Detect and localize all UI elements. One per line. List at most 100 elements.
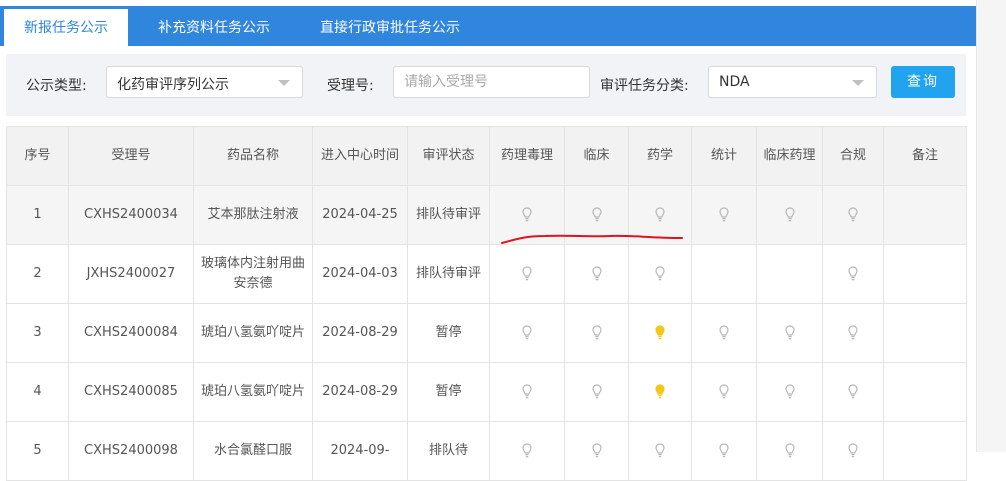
col-header-review-status: 审评状态 [407,126,490,186]
table-row[interactable]: 3 CXHS2400084 琥珀八氢氨吖啶片 2024-08-29 暂停 [6,303,967,363]
cell-pharmacy [628,362,692,422]
col-header-pharmacy: 药学 [628,126,692,186]
col-header-remarks: 备注 [883,126,967,186]
table-row[interactable]: 2 JXHS2400027 玻璃体内注射用曲安奈德 2024-04-03 排队待审评 [6,244,967,304]
table-row[interactable]: 1 CXHS2400034 艾本那肽注射液 2024-04-25 排队待审评 [6,185,967,245]
cell-clinical [564,362,629,422]
lightbulb-icon[interactable] [719,383,729,400]
lightbulb-icon[interactable] [591,206,602,223]
lightbulb-icon[interactable] [719,442,729,459]
cell-drug-name: 玻璃体内注射用曲安奈德 [193,244,313,304]
cell-pharmacy [628,185,692,245]
lightbulb-icon[interactable] [848,206,858,223]
cell-clinical-pharmacology [756,303,823,363]
col-header-statistics: 统计 [691,126,757,186]
lightbulb-icon[interactable] [784,442,795,459]
cell-review-status: 排队待审评 [407,185,490,245]
cell-accept-no: CXHS2400034 [68,185,194,245]
col-header-clinical: 临床 [564,126,629,186]
cell-review-status: 暂停 [407,303,490,363]
lightbulb-icon[interactable] [655,442,665,459]
lightbulb-icon[interactable] [655,324,665,341]
scrollbar-track[interactable] [976,0,1006,452]
cell-drug-name: 水合氯醛口服 [193,421,313,481]
publicity-type-label: 公示类型: [26,78,87,94]
lightbulb-icon[interactable] [784,383,795,400]
cell-entry-time: 2024-08-29 [312,362,408,422]
cell-pharmacy [628,303,692,363]
lightbulb-icon[interactable] [655,206,665,223]
col-header-compliance: 合规 [822,126,884,186]
cell-index: 4 [6,362,69,422]
col-header-pharmacology-toxicology: 药理毒理 [489,126,565,186]
col-header-drug-name: 药品名称 [193,126,313,186]
lightbulb-icon[interactable] [719,324,729,341]
cell-pharmacy [628,421,692,481]
lightbulb-icon[interactable] [591,265,602,282]
lightbulb-icon[interactable] [848,324,858,341]
lightbulb-icon[interactable] [848,265,858,282]
publicity-type-value: 化药审评序列公示 [117,77,229,93]
accept-no-label: 受理号: [327,78,374,94]
cell-index: 3 [6,303,69,363]
lightbulb-icon[interactable] [655,265,665,282]
cell-entry-time: 2024-09- [312,421,408,481]
cell-clinical-pharmacology [756,244,823,304]
cell-index: 5 [6,421,69,481]
lightbulb-icon[interactable] [784,324,795,341]
accept-no-input[interactable] [393,66,590,98]
chevron-down-icon [852,80,864,86]
lightbulb-icon[interactable] [591,442,602,459]
cell-compliance [822,421,884,481]
lightbulb-icon[interactable] [848,442,858,459]
cell-clinical-pharmacology [756,421,823,481]
tab-direct-approval-tasks[interactable]: 直接行政审批任务公示 [306,6,474,46]
cell-compliance [822,244,884,304]
tab-bar: 新报任务公示 补充资料任务公示 直接行政审批任务公示 [0,6,976,46]
publicity-type-select[interactable]: 化药审评序列公示 [106,66,303,98]
cell-clinical [564,244,629,304]
col-header-accept-no: 受理号 [68,126,194,186]
cell-compliance [822,185,884,245]
lightbulb-icon[interactable] [784,206,795,223]
tab-supplement-tasks[interactable]: 补充资料任务公示 [148,6,280,46]
col-header-clinical-pharmacology: 临床药理 [756,126,823,186]
cell-entry-time: 2024-04-25 [312,185,408,245]
cell-review-status: 排队待审评 [407,244,490,304]
cell-compliance [822,303,884,363]
cell-index: 1 [6,185,69,245]
cell-accept-no: CXHS2400085 [68,362,194,422]
query-button[interactable]: 查询 [891,66,955,98]
review-category-select[interactable]: NDA [708,66,877,98]
cell-pharmacology-toxicology [489,185,565,245]
lightbulb-icon[interactable] [522,442,532,459]
cell-statistics [691,421,757,481]
task-table: 序号 受理号 药品名称 进入中心时间 审评状态 药理毒理 临床 药学 统计 临床… [6,126,967,481]
lightbulb-icon[interactable] [522,206,532,223]
lightbulb-icon[interactable] [522,324,532,341]
cell-entry-time: 2024-08-29 [312,303,408,363]
lightbulb-icon[interactable] [522,265,532,282]
table-row[interactable]: 5 CXHS2400098 水合氯醛口服 2024-09- 排队待 [6,421,967,481]
cell-statistics [691,303,757,363]
cell-clinical [564,185,629,245]
cell-index: 2 [6,244,69,304]
cell-pharmacology-toxicology [489,362,565,422]
cell-remarks [883,303,967,363]
table-row[interactable]: 4 CXHS2400085 琥珀八氢氨吖啶片 2024-08-29 暂停 [6,362,967,422]
cell-accept-no: CXHS2400084 [68,303,194,363]
cell-remarks [883,244,967,304]
cell-clinical-pharmacology [756,185,823,245]
cell-drug-name: 艾本那肽注射液 [193,185,313,245]
lightbulb-icon[interactable] [655,383,665,400]
cell-remarks [883,185,967,245]
cell-drug-name: 琥珀八氢氨吖啶片 [193,362,313,422]
cell-pharmacy [628,244,692,304]
lightbulb-icon[interactable] [719,206,729,223]
lightbulb-icon[interactable] [848,383,858,400]
tab-new-tasks[interactable]: 新报任务公示 [4,9,128,46]
lightbulb-icon[interactable] [591,383,602,400]
lightbulb-icon[interactable] [522,383,532,400]
table-header-row: 序号 受理号 药品名称 进入中心时间 审评状态 药理毒理 临床 药学 统计 临床… [6,126,967,186]
lightbulb-icon[interactable] [591,324,602,341]
